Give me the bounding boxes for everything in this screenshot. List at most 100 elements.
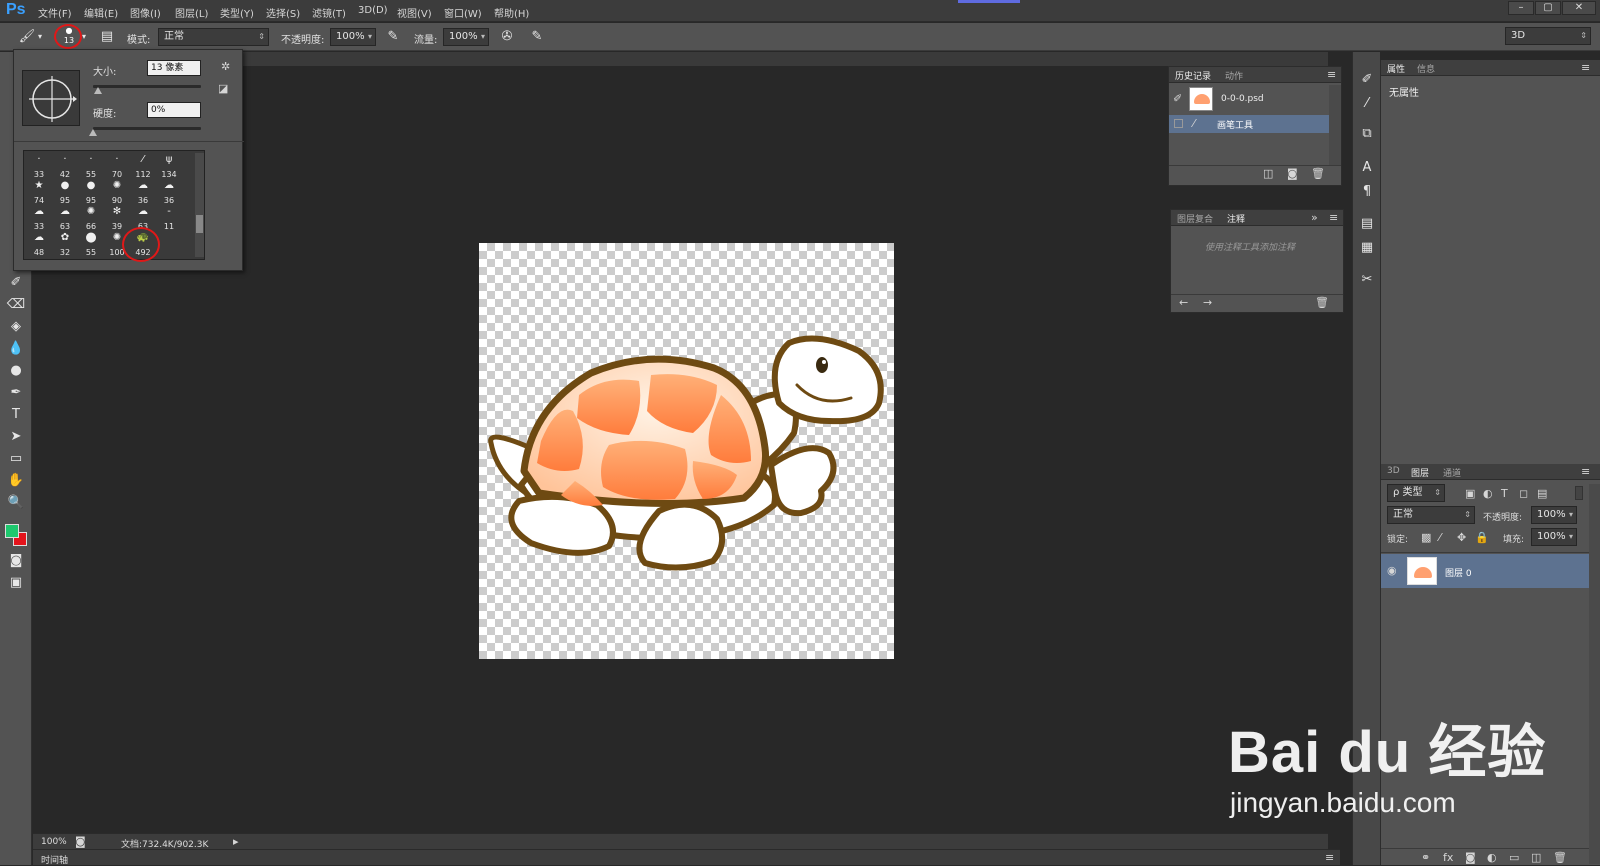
hardness-input[interactable]: 0% bbox=[147, 102, 201, 118]
opacity-field[interactable]: 100% ▾ bbox=[330, 28, 376, 46]
brush-panel-toggle-icon[interactable]: ▤ bbox=[98, 28, 116, 46]
new-preset-icon[interactable]: ◪ bbox=[218, 83, 228, 95]
panel-menu-icon[interactable]: ≡ bbox=[1327, 69, 1336, 81]
brush-preset[interactable]: ☁ 33 bbox=[26, 205, 52, 231]
arrow-right-icon[interactable]: → bbox=[1203, 297, 1212, 309]
pressure-opacity-icon[interactable]: ✎ bbox=[384, 28, 402, 46]
clone-source-icon[interactable]: ⧉ bbox=[1357, 124, 1377, 144]
menu-filter[interactable]: 滤镜(T) bbox=[312, 5, 346, 20]
character-icon[interactable]: A bbox=[1357, 158, 1377, 178]
tool-preset-arrow-icon[interactable]: ▾ bbox=[36, 28, 44, 46]
trash-icon[interactable]: 🗑 bbox=[1315, 297, 1329, 309]
brush-presets-icon[interactable]: ⁄ bbox=[1357, 94, 1377, 114]
history-snapshot[interactable]: ✐ 0-0-0.psd bbox=[1169, 85, 1329, 113]
fill-field[interactable]: 100% ▾ bbox=[1531, 528, 1577, 546]
menu-image[interactable]: 图像(I) bbox=[130, 5, 161, 20]
brush-preset[interactable]: ⁄ 112 bbox=[130, 153, 156, 179]
brush-preset[interactable]: · 55 bbox=[78, 153, 104, 179]
brush-preset[interactable]: ✿ 32 bbox=[52, 231, 78, 257]
hand-icon[interactable]: ✋ bbox=[6, 472, 26, 490]
menu-type[interactable]: 类型(Y) bbox=[220, 5, 254, 20]
brush-preset[interactable]: · 33 bbox=[26, 153, 52, 179]
filter-pixel-icon[interactable]: ▣ bbox=[1465, 488, 1475, 500]
blur-icon[interactable]: 💧 bbox=[6, 340, 26, 358]
link-icon[interactable]: ⚭ bbox=[1421, 852, 1430, 864]
tab-notes[interactable]: 注释 bbox=[1227, 212, 1245, 225]
layer-opacity-field[interactable]: 100% ▾ bbox=[1531, 506, 1577, 524]
blend-mode-select[interactable]: 正常 ⇕ bbox=[1387, 506, 1475, 524]
adjustment-icon[interactable]: ◐ bbox=[1487, 852, 1497, 864]
mask-icon[interactable]: ◙ bbox=[1465, 852, 1476, 864]
brush-preset[interactable]: ✺ 90 bbox=[104, 179, 130, 205]
trash-icon[interactable]: 🗑 bbox=[1553, 852, 1567, 864]
arrow-left-icon[interactable]: ← bbox=[1179, 297, 1188, 309]
tab-info[interactable]: 信息 bbox=[1417, 62, 1435, 75]
brush-picker-arrow-icon[interactable]: ▾ bbox=[80, 28, 88, 46]
eraser-icon[interactable]: ⌫ bbox=[6, 296, 26, 314]
history-state-active[interactable]: ⁄ 画笔工具 bbox=[1169, 115, 1329, 133]
paragraph-icon[interactable]: ¶ bbox=[1357, 182, 1377, 202]
status-preview-icon[interactable]: ◙ bbox=[75, 836, 86, 848]
lock-image-icon[interactable]: ⁄ bbox=[1439, 532, 1441, 544]
lock-all-icon[interactable]: 🔒 bbox=[1475, 532, 1489, 544]
filter-toggle[interactable] bbox=[1575, 486, 1583, 500]
brush-preset[interactable]: ☁ 63 bbox=[52, 205, 78, 231]
brush-preset[interactable]: ☁ 36 bbox=[156, 179, 182, 205]
hardness-slider-thumb[interactable] bbox=[89, 129, 97, 136]
brush-preset[interactable]: ● 95 bbox=[52, 179, 78, 205]
gear-icon[interactable]: ✲ bbox=[221, 61, 230, 73]
folder-icon[interactable]: ▭ bbox=[1509, 852, 1519, 864]
brush-preset[interactable]: ☁ 36 bbox=[130, 179, 156, 205]
tab-history[interactable]: 历史记录 bbox=[1175, 69, 1211, 82]
screen-mode-icon[interactable]: ▣ bbox=[6, 574, 26, 592]
panel-menu-icon[interactable]: ≡ bbox=[1581, 62, 1590, 74]
menu-select[interactable]: 选择(S) bbox=[266, 5, 300, 20]
rectangle-icon[interactable]: ▭ bbox=[6, 450, 26, 468]
brush-preset[interactable]: · 42 bbox=[52, 153, 78, 179]
type-icon[interactable]: T bbox=[6, 406, 26, 424]
pen-icon[interactable]: ✒ bbox=[6, 384, 26, 402]
zoom-level[interactable]: 100% bbox=[41, 837, 67, 847]
lock-position-icon[interactable]: ✥ bbox=[1457, 532, 1466, 544]
layers-scrollbar[interactable] bbox=[1589, 484, 1600, 864]
dodge-icon[interactable]: ● bbox=[6, 362, 26, 380]
menu-file[interactable]: 文件(F) bbox=[38, 5, 72, 20]
history-panel-icon[interactable]: ▤ bbox=[1357, 214, 1377, 234]
filter-shape-icon[interactable]: ◻ bbox=[1519, 488, 1528, 500]
tab-layer-comps[interactable]: 图层复合 bbox=[1177, 212, 1213, 225]
timeline-tab[interactable]: 时间轴 bbox=[41, 853, 68, 866]
brush-preset[interactable]: · 70 bbox=[104, 153, 130, 179]
filter-type-icon[interactable]: T bbox=[1501, 488, 1508, 500]
size-input[interactable]: 13 像素 bbox=[147, 60, 201, 76]
layer-filter-select[interactable]: ρ 类型 ⇕ bbox=[1387, 484, 1445, 502]
flow-field[interactable]: 100% ▾ bbox=[443, 28, 489, 46]
zoom-icon[interactable]: 🔍 bbox=[6, 494, 26, 512]
workspace-select[interactable]: 3D ⇕ bbox=[1505, 27, 1591, 45]
foreground-color-swatch-top[interactable] bbox=[5, 524, 19, 538]
panel-menu-icon[interactable]: ≡ bbox=[1325, 852, 1334, 864]
brush-preset[interactable]: ✺ 66 bbox=[78, 205, 104, 231]
paint-bucket-icon[interactable]: ◈ bbox=[6, 318, 26, 336]
tool-presets-icon[interactable]: ✂ bbox=[1357, 270, 1377, 290]
lock-transparent-icon[interactable]: ▩ bbox=[1421, 532, 1431, 544]
filter-smart-object-icon[interactable]: ▤ bbox=[1537, 488, 1547, 500]
quick-mask-icon[interactable]: ◙ bbox=[6, 552, 26, 570]
close-button[interactable]: ✕ bbox=[1562, 1, 1596, 15]
history-brush-source-icon[interactable]: ✐ bbox=[1173, 93, 1182, 105]
menu-help[interactable]: 帮助(H) bbox=[494, 5, 529, 20]
scrollbar-thumb[interactable] bbox=[196, 215, 203, 233]
size-slider-thumb[interactable] bbox=[94, 87, 102, 94]
history-brush-icon[interactable]: ✐ bbox=[6, 274, 26, 292]
menu-layer[interactable]: 图层(L) bbox=[175, 5, 208, 20]
mode-select[interactable]: 正常 ⇕ bbox=[158, 28, 269, 46]
eye-icon[interactable]: ◉ bbox=[1387, 565, 1397, 577]
filter-adjustment-icon[interactable]: ◐ bbox=[1483, 488, 1493, 500]
brush-panel-icon[interactable]: ✐ bbox=[1357, 70, 1377, 90]
tab-properties[interactable]: 属性 bbox=[1387, 62, 1405, 75]
airbrush-icon[interactable]: ✇ bbox=[498, 28, 516, 46]
brush-preset[interactable]: ‐11 bbox=[156, 205, 182, 231]
tab-channels[interactable]: 通道 bbox=[1443, 466, 1461, 479]
brush-preset[interactable]: ● 95 bbox=[78, 179, 104, 205]
panel-menu-icon[interactable]: ≡ bbox=[1329, 212, 1338, 224]
brush-tool-icon[interactable]: 🖌 bbox=[18, 28, 36, 46]
